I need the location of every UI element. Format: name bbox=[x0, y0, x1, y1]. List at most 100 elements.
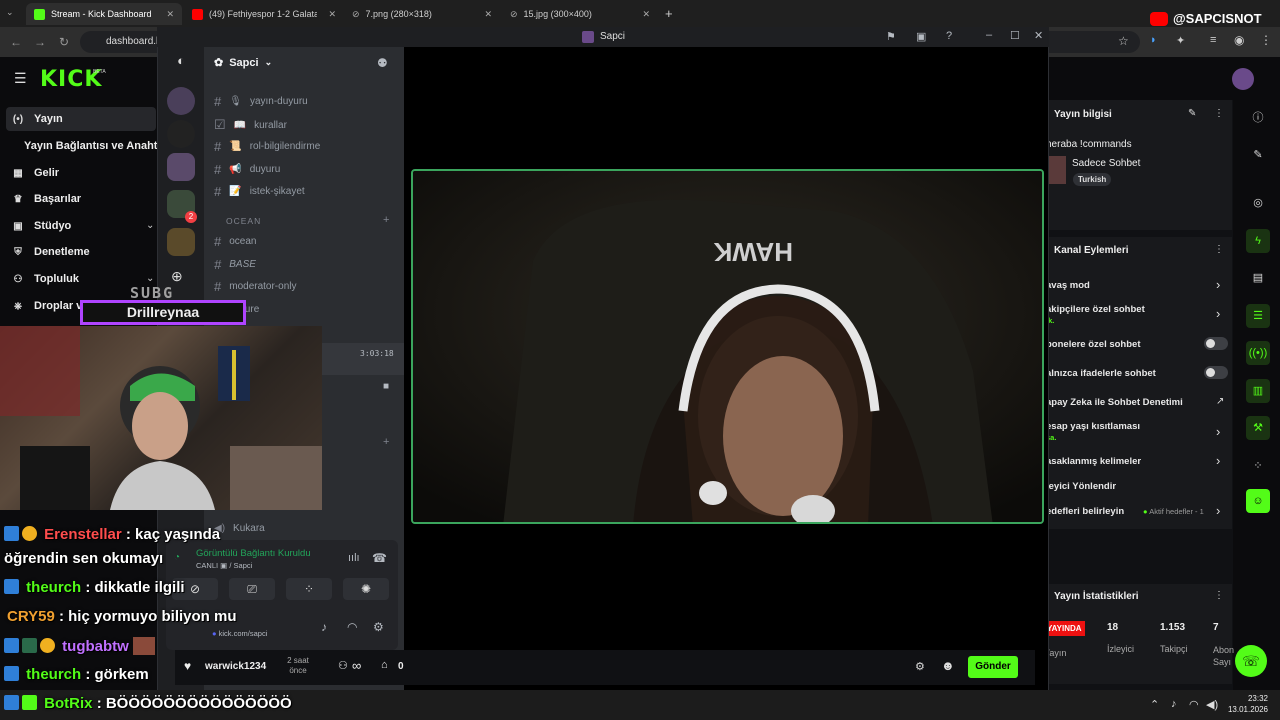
help-icon[interactable]: ? bbox=[946, 30, 952, 42]
microphone-icon[interactable]: ♪ bbox=[1171, 698, 1177, 710]
video-tile[interactable]: HAWK bbox=[411, 169, 1044, 524]
send-button[interactable]: Gönder bbox=[968, 656, 1018, 678]
clock-time[interactable]: 23:32 bbox=[1236, 694, 1268, 703]
apps-icon[interactable]: ⁘ bbox=[1246, 454, 1270, 478]
clock-date[interactable]: 13.01.2026 bbox=[1224, 705, 1268, 714]
external-link-icon[interactable]: ↗ bbox=[1216, 396, 1224, 407]
server-folder-icon[interactable] bbox=[167, 153, 195, 181]
back-icon[interactable]: ← bbox=[8, 34, 24, 50]
microphone-icon[interactable]: ♪ bbox=[321, 620, 327, 634]
sidebar-item-basarilar[interactable]: ♛ Başarılar bbox=[12, 193, 82, 205]
action-ai-moderation[interactable]: apay Zeka ile Sohbet Denetimi bbox=[1046, 397, 1183, 408]
lightning-icon[interactable]: ϟ bbox=[1246, 229, 1270, 253]
chat-icon[interactable]: ☰ bbox=[1246, 304, 1270, 328]
tab-15jpg[interactable]: ⊘ 15.jpg (300×400) ✕ bbox=[502, 3, 658, 25]
soundboard-icon[interactable]: ıılı bbox=[348, 552, 360, 564]
activities-button[interactable]: ⁘ bbox=[286, 578, 332, 600]
channel-rol-bilgilendirme[interactable]: # 📜 rol-bilgilendirme bbox=[214, 139, 320, 154]
channel-ocean[interactable]: # ocean bbox=[214, 234, 256, 249]
sidebar-item-denetleme[interactable]: ⛨ Denetleme bbox=[12, 246, 89, 258]
puzzle-icon[interactable]: ✦ bbox=[1176, 34, 1185, 47]
chevron-right-icon[interactable]: › bbox=[1216, 503, 1220, 518]
focus-icon[interactable]: ◎ bbox=[1246, 191, 1270, 215]
server-icon[interactable] bbox=[167, 87, 195, 115]
chevron-right-icon[interactable]: › bbox=[1216, 453, 1220, 468]
info-icon[interactable]: ⓘ bbox=[1246, 106, 1270, 130]
add-channel-icon[interactable]: + bbox=[383, 436, 389, 448]
settings-icon[interactable]: ⚙ bbox=[915, 660, 925, 673]
category-header[interactable]: OCEAN bbox=[226, 216, 261, 226]
disconnect-icon[interactable]: ☎ bbox=[372, 551, 387, 565]
profile-icon[interactable]: ◉ bbox=[1234, 33, 1244, 47]
action-subscribers-only[interactable]: bonelere özel sohbet bbox=[1046, 339, 1141, 350]
voice-status[interactable]: Görüntülü Bağlantı Kuruldu bbox=[196, 548, 311, 559]
close-icon[interactable]: ✕ bbox=[484, 9, 492, 20]
star-icon[interactable]: ☆ bbox=[1118, 34, 1129, 48]
extension-icon[interactable]: ◗ bbox=[1150, 34, 1157, 46]
menu-icon[interactable]: ⋮ bbox=[1260, 33, 1272, 47]
channel-duyuru[interactable]: # 📢 duyuru bbox=[214, 162, 280, 177]
volume-icon[interactable]: ◀) bbox=[1206, 698, 1218, 711]
channel-base[interactable]: # BASE bbox=[214, 257, 256, 272]
channel-istek-sikayet[interactable]: # 📝 istek-şikayet bbox=[214, 184, 305, 199]
minimize-icon[interactable]: – bbox=[986, 29, 992, 41]
channel-kurallar[interactable]: ☑ 📖 kurallar bbox=[214, 117, 287, 133]
avatar[interactable] bbox=[1232, 68, 1254, 90]
settings-icon[interactable]: ⚙ bbox=[373, 620, 384, 634]
more-icon[interactable]: ⋮ bbox=[1214, 590, 1224, 601]
tab-kick-dashboard[interactable]: Stream - Kick Dashboard ✕ bbox=[26, 3, 182, 25]
soundboard-button[interactable]: ✺ bbox=[343, 578, 389, 600]
action-account-age[interactable]: esap yaşı kısıtlaması bbox=[1046, 421, 1140, 432]
chevron-down-icon[interactable]: ⌄ bbox=[146, 220, 154, 231]
document-icon[interactable]: ▤ bbox=[1246, 266, 1270, 290]
server-header[interactable]: ✿ Sapci ⌄ bbox=[214, 56, 272, 70]
emotes-only-toggle[interactable] bbox=[1204, 366, 1228, 379]
video-icon[interactable]: ■ bbox=[383, 381, 389, 392]
chevron-right-icon[interactable]: › bbox=[1216, 277, 1220, 292]
broadcast-icon[interactable]: ((•)) bbox=[1246, 341, 1270, 365]
hamburger-icon[interactable]: ☰ bbox=[14, 70, 27, 87]
emote-picker-icon[interactable]: ☻ bbox=[941, 658, 955, 673]
media-icon[interactable]: ≡ bbox=[1210, 34, 1216, 46]
screen-share-button[interactable]: ⎚ bbox=[229, 578, 275, 600]
voice-user-row[interactable] bbox=[322, 343, 404, 375]
close-icon[interactable]: ✕ bbox=[166, 9, 174, 20]
close-icon[interactable]: ✕ bbox=[328, 9, 336, 20]
pencil-icon[interactable]: ✎ bbox=[1246, 143, 1270, 167]
sidebar-item-yayin[interactable]: (•) Yayın bbox=[12, 113, 63, 125]
wifi-icon[interactable]: ◠ bbox=[1189, 698, 1199, 711]
chevron-right-icon[interactable]: › bbox=[1216, 306, 1220, 321]
action-banned-words[interactable]: asaklanmış kelimeler bbox=[1046, 456, 1141, 467]
close-icon[interactable]: ✕ bbox=[642, 9, 650, 20]
forward-icon[interactable]: → bbox=[32, 34, 48, 50]
subscribers-only-toggle[interactable] bbox=[1204, 337, 1228, 350]
inbox-icon[interactable]: ▣ bbox=[916, 30, 926, 43]
server-folder-icon[interactable] bbox=[167, 228, 195, 256]
more-icon[interactable]: ⋮ bbox=[1214, 244, 1224, 255]
new-tab-button[interactable]: + bbox=[665, 6, 673, 21]
chevron-down-icon[interactable]: ⌄ bbox=[146, 273, 154, 284]
emote-icon[interactable]: ☺ bbox=[1246, 489, 1270, 513]
action-followers-only[interactable]: akipçilere özel sohbet bbox=[1046, 304, 1145, 315]
flag-icon[interactable]: ⚑ bbox=[886, 30, 896, 43]
reload-icon[interactable]: ↻ bbox=[56, 34, 72, 50]
add-server-icon[interactable]: ⊕ bbox=[171, 268, 183, 285]
sidebar-item-gelir[interactable]: ▦ Gelir bbox=[12, 167, 59, 179]
layout-icon[interactable]: ▥ bbox=[1246, 379, 1270, 403]
headphones-icon[interactable]: ◠ bbox=[347, 620, 357, 634]
pencil-icon[interactable]: ✎ bbox=[1188, 108, 1196, 119]
action-redirect-viewers[interactable]: leyici Yönlendir bbox=[1046, 481, 1116, 492]
voice-channel-kukara[interactable]: ◀) Kukara bbox=[214, 523, 265, 534]
tab-7png[interactable]: ⊘ 7.png (280×318) ✕ bbox=[344, 3, 500, 25]
close-icon[interactable]: ✕ bbox=[1034, 29, 1043, 42]
server-icon[interactable] bbox=[167, 120, 195, 148]
sidebar-item-topluluk[interactable]: ⚇ Topluluk bbox=[12, 273, 80, 285]
action-raid-mode[interactable]: avaş mod bbox=[1046, 280, 1090, 291]
discord-icon[interactable]: ◐ bbox=[169, 53, 193, 73]
tab-youtube[interactable]: (49) Fethiyespor 1-2 Galatasaray ✕ bbox=[184, 3, 344, 25]
more-icon[interactable]: ⋮ bbox=[1214, 108, 1224, 119]
support-icon[interactable]: ☏ bbox=[1235, 645, 1267, 677]
chevron-right-icon[interactable]: › bbox=[1216, 424, 1220, 439]
tab-search-icon[interactable]: ⌄ bbox=[6, 7, 20, 21]
sidebar-item-stream-key[interactable]: Yayın Bağlantısı ve Anahta bbox=[24, 140, 164, 152]
